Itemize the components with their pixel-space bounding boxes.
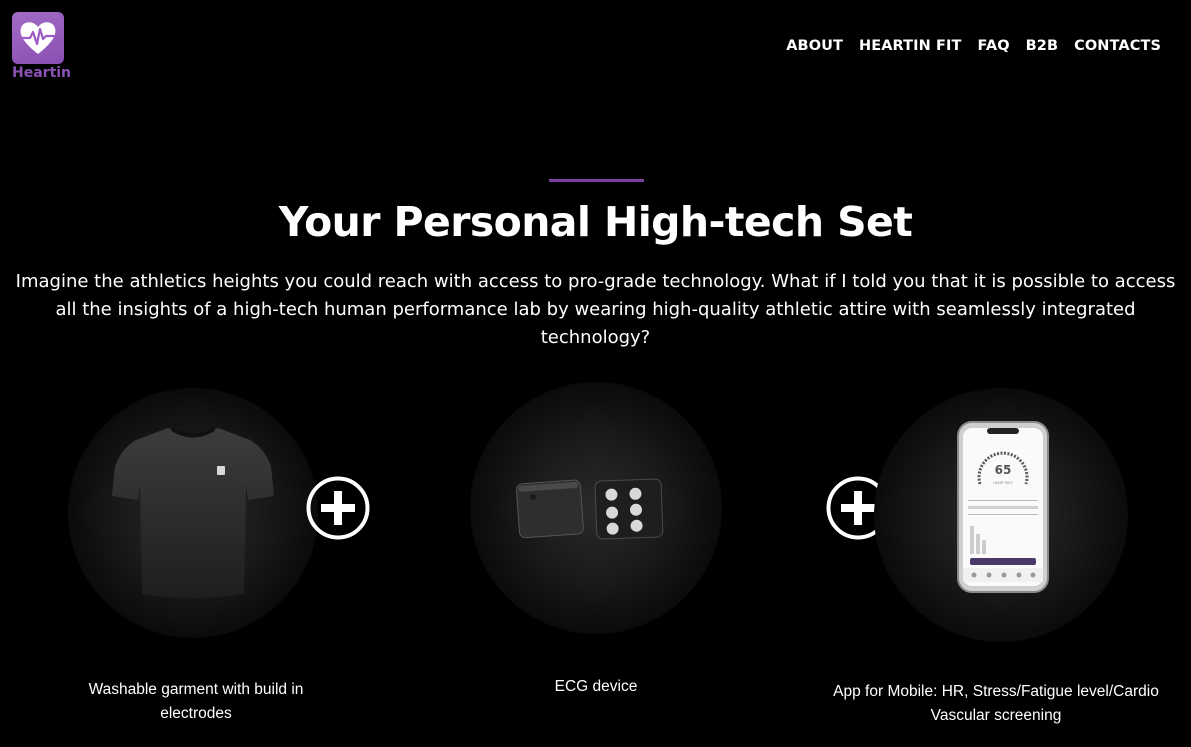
nav-heartin-fit[interactable]: HEARTIN FIT bbox=[859, 38, 962, 54]
main-nav: ABOUT HEARTIN FIT FAQ B2B CONTACTS bbox=[786, 38, 1161, 54]
tshirt-image bbox=[68, 388, 318, 638]
nav-b2b[interactable]: B2B bbox=[1026, 38, 1059, 54]
nav-about[interactable]: ABOUT bbox=[786, 38, 843, 54]
mobile-app-image: 65 HEART RATE bbox=[874, 388, 1128, 642]
svg-text:HEART RATE: HEART RATE bbox=[993, 481, 1013, 485]
page-title: Your Personal High-tech Set bbox=[278, 198, 913, 246]
plus-icon bbox=[306, 476, 370, 540]
product-caption-garment: Washable garment with build in electrode… bbox=[88, 681, 304, 722]
heart-logo-icon bbox=[12, 12, 64, 64]
product-caption-mobile-app: App for Mobile: HR, Stress/Fatigue level… bbox=[833, 683, 1159, 724]
heart-rate-value: 65 bbox=[995, 463, 1012, 477]
ecg-device-image bbox=[470, 382, 722, 634]
heartin-logo[interactable]: Heartin bbox=[12, 12, 72, 81]
nav-faq[interactable]: FAQ bbox=[978, 38, 1010, 54]
product-caption-ecg-device: ECG device bbox=[554, 678, 638, 695]
nav-contacts[interactable]: CONTACTS bbox=[1074, 38, 1161, 54]
logo-wordmark: Heartin bbox=[12, 65, 72, 81]
intro-paragraph: Imagine the athletics heights you could … bbox=[15, 271, 1176, 348]
title-accent-divider bbox=[549, 179, 644, 182]
